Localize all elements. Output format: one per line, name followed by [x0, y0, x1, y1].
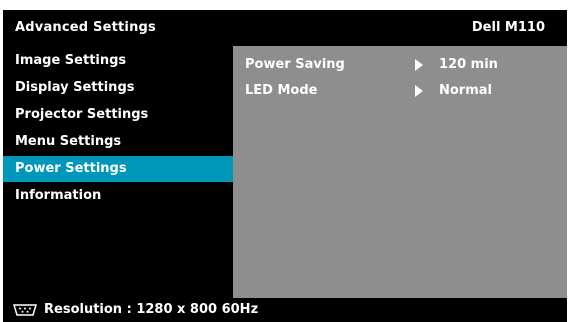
chevron-right-icon — [415, 59, 423, 71]
setting-label: Power Saving — [245, 57, 345, 72]
menu-item-label: Information — [15, 188, 102, 203]
menu-item-label: Power Settings — [15, 161, 127, 176]
model-name: Dell M110 — [471, 20, 545, 35]
menu-item-projector-settings[interactable]: Projector Settings — [3, 102, 233, 128]
menu-item-menu-settings[interactable]: Menu Settings — [3, 129, 233, 155]
menu-item-power-settings[interactable]: Power Settings — [3, 156, 233, 182]
setting-row-led-mode[interactable]: LED Mode Normal — [233, 78, 567, 102]
menu-item-label: Image Settings — [15, 53, 127, 68]
status-bar: Resolution : 1280 x 800 60Hz — [3, 298, 567, 322]
vga-connector-icon — [13, 304, 37, 316]
menu-item-display-settings[interactable]: Display Settings — [3, 75, 233, 101]
setting-value: 120 min — [439, 57, 498, 72]
setting-value: Normal — [439, 83, 492, 98]
settings-panel: Power Saving 120 min LED Mode Normal — [233, 46, 567, 298]
page-title: Advanced Settings — [15, 20, 156, 35]
setting-row-power-saving[interactable]: Power Saving 120 min — [233, 52, 567, 76]
menu-item-label: Display Settings — [15, 80, 135, 95]
chevron-right-icon — [415, 85, 423, 97]
menu-item-image-settings[interactable]: Image Settings — [3, 48, 233, 74]
resolution-text: Resolution : 1280 x 800 60Hz — [44, 302, 259, 317]
top-edge — [0, 0, 570, 6]
setting-label: LED Mode — [245, 83, 318, 98]
sidebar-menu: Image Settings Display Settings Projecto… — [3, 46, 233, 298]
header-bar: Advanced Settings Dell M110 — [3, 10, 567, 46]
menu-item-label: Menu Settings — [15, 134, 122, 149]
menu-item-information[interactable]: Information — [3, 183, 233, 209]
osd-menu: Advanced Settings Dell M110 Image Settin… — [0, 0, 570, 322]
menu-item-label: Projector Settings — [15, 107, 149, 122]
